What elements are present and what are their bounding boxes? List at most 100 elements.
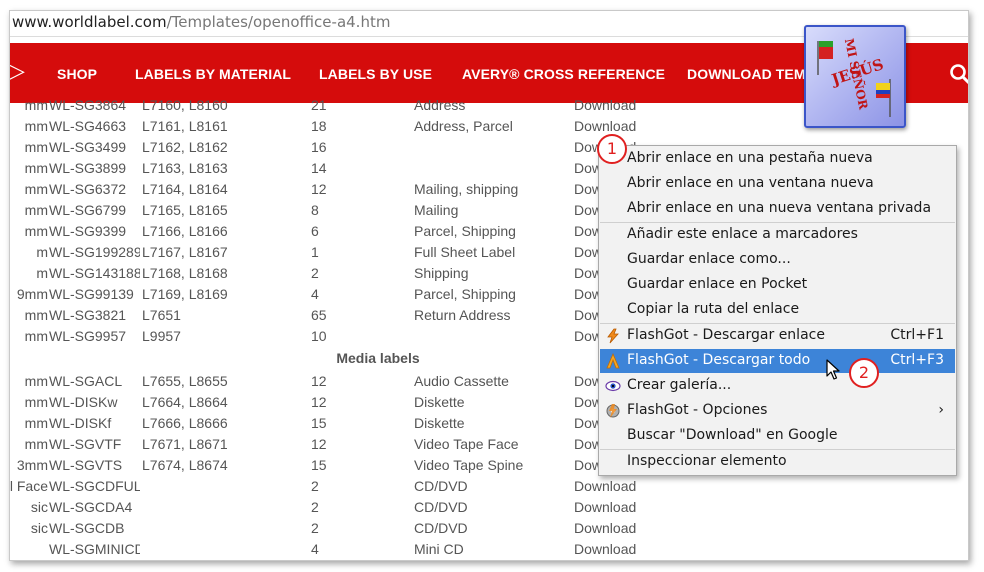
menu-flashgot-download-link[interactable]: FlashGot - Descargar enlace Ctrl+F1 bbox=[600, 324, 955, 348]
code-cell: WL-SG99139 bbox=[49, 286, 134, 302]
menu-flashgot-options[interactable]: FlashGot - Opciones › bbox=[600, 399, 955, 423]
per-sheet-cell: 6 bbox=[311, 223, 319, 239]
search-icon[interactable] bbox=[949, 63, 969, 85]
context-menu: Abrir enlace en una pestaña nueva Abrir e… bbox=[598, 145, 957, 476]
step-badge-1: 1 bbox=[597, 134, 627, 164]
size-cell: 3mm bbox=[16, 457, 48, 473]
menu-item-label: Buscar "Download" en Google bbox=[627, 427, 838, 443]
menu-item-label: Crear galería... bbox=[627, 377, 732, 393]
use-cell: Address, Parcel bbox=[414, 118, 513, 134]
use-cell: Audio Cassette bbox=[414, 373, 509, 389]
menu-search-google[interactable]: Buscar "Download" en Google bbox=[600, 424, 955, 448]
use-cell: CD/DVD bbox=[414, 499, 468, 515]
ref-cell: L7169, L8169 bbox=[142, 286, 228, 302]
menu-open-new-tab[interactable]: Abrir enlace en una pestaña nueva bbox=[600, 147, 955, 171]
size-cell: mm bbox=[24, 97, 48, 113]
use-cell: CD/DVD bbox=[414, 520, 468, 536]
code-cell: WL-SG4663 bbox=[49, 118, 127, 134]
ref-cell: L7664, L8664 bbox=[142, 394, 228, 410]
table-row: l Face WL-SGCDFULL 2 CD/DVD Download bbox=[10, 476, 968, 497]
address-url[interactable]: www.worldlabel.com/Templates/openoffice-… bbox=[12, 13, 390, 31]
code-cell: WL-DISKw bbox=[49, 394, 118, 410]
download-link[interactable]: Download bbox=[574, 478, 636, 494]
menu-save-link-as[interactable]: Guardar enlace como... bbox=[600, 248, 955, 272]
nav-shop[interactable]: SHOP bbox=[57, 66, 97, 82]
code-cell: WL-SGVTF bbox=[49, 436, 122, 452]
menu-inspect-element[interactable]: Inspeccionar elemento bbox=[600, 450, 955, 474]
use-cell: Mini CD bbox=[414, 541, 464, 557]
menu-item-shortcut: Ctrl+F1 bbox=[890, 327, 944, 343]
size-cell: mm bbox=[24, 223, 48, 239]
per-sheet-cell: 4 bbox=[311, 541, 319, 557]
ref-cell: L7165, L8165 bbox=[142, 202, 228, 218]
download-link[interactable]: Download bbox=[574, 499, 636, 515]
size-cell: mm bbox=[24, 202, 48, 218]
code-cell: WL-SG6799 bbox=[49, 202, 127, 218]
code-cell: WL-SG3899 bbox=[49, 160, 127, 176]
chevron-right-icon[interactable]: ▷ bbox=[10, 61, 25, 83]
code-cell: WL-SGMINICD bbox=[49, 541, 140, 557]
use-cell: Parcel, Shipping bbox=[414, 286, 516, 302]
use-cell: Mailing, shipping bbox=[414, 181, 519, 197]
use-cell: Diskette bbox=[414, 394, 465, 410]
menu-bookmark-link[interactable]: Añadir este enlace a marcadores bbox=[600, 223, 955, 247]
per-sheet-cell: 21 bbox=[311, 97, 327, 113]
menu-create-gallery[interactable]: Crear galería... bbox=[600, 374, 955, 398]
menu-open-private-window[interactable]: Abrir enlace en una nueva ventana privad… bbox=[600, 197, 955, 221]
download-link[interactable]: Download bbox=[574, 541, 636, 557]
use-cell: Address bbox=[414, 97, 466, 113]
nav-download-templates[interactable]: DOWNLOAD TEMP bbox=[687, 66, 815, 82]
ref-cell: L7666, L8666 bbox=[142, 415, 228, 431]
jesus-mi-senor-logo-icon: JESÚS MI SEÑOR bbox=[804, 25, 906, 128]
nav-labels-by-use[interactable]: LABELS BY USE bbox=[319, 66, 432, 82]
size-cell: mm bbox=[24, 415, 48, 431]
use-cell: Mailing bbox=[414, 202, 459, 218]
menu-item-label: Añadir este enlace a marcadores bbox=[627, 226, 858, 242]
per-sheet-cell: 2 bbox=[311, 265, 319, 281]
nav-avery-cross-reference[interactable]: AVERY® CROSS REFERENCE bbox=[462, 66, 665, 82]
per-sheet-cell: 8 bbox=[311, 202, 319, 218]
ref-cell: L7166, L8166 bbox=[142, 223, 228, 239]
code-cell: WL-SGCDA4 bbox=[49, 499, 133, 515]
per-sheet-cell: 2 bbox=[311, 478, 319, 494]
menu-item-label: Abrir enlace en una nueva ventana privad… bbox=[627, 200, 932, 216]
use-cell: Full Sheet Label bbox=[414, 244, 516, 260]
size-cell: sic bbox=[30, 520, 48, 536]
menu-flashgot-download-all[interactable]: FlashGot - Descargar todo Ctrl+F3 bbox=[600, 349, 955, 373]
size-cell: m bbox=[36, 265, 48, 281]
section-title-text: Media labels bbox=[336, 350, 420, 366]
code-cell: WL-SG3821 bbox=[49, 307, 127, 323]
size-cell: mm bbox=[24, 436, 48, 452]
per-sheet-cell: 2 bbox=[311, 499, 319, 515]
menu-save-to-pocket[interactable]: Guardar enlace en Pocket bbox=[600, 273, 955, 297]
per-sheet-cell: 16 bbox=[311, 139, 327, 155]
flashgot-lightning-icon bbox=[605, 328, 621, 344]
ref-cell: L7168, L8168 bbox=[142, 265, 228, 281]
mouse-pointer-icon bbox=[826, 359, 840, 380]
size-cell: 9mm bbox=[16, 286, 48, 302]
menu-open-new-window[interactable]: Abrir enlace en una ventana nueva bbox=[600, 172, 955, 196]
nav-labels-by-material[interactable]: LABELS BY MATERIAL bbox=[135, 66, 291, 82]
step-badge-2: 2 bbox=[849, 358, 879, 388]
size-cell: mm bbox=[24, 118, 48, 134]
download-link[interactable]: Download bbox=[574, 118, 636, 134]
use-cell: CD/DVD bbox=[414, 478, 468, 494]
menu-item-label: Copiar la ruta del enlace bbox=[627, 301, 800, 317]
code-cell: WL-SGACL bbox=[49, 373, 123, 389]
download-link[interactable]: Download bbox=[574, 97, 636, 113]
menu-item-label: FlashGot - Descargar todo bbox=[627, 352, 811, 368]
ref-cell: L7163, L8163 bbox=[142, 160, 228, 176]
size-cell: mm bbox=[24, 160, 48, 176]
per-sheet-cell: 15 bbox=[311, 415, 327, 431]
menu-item-label: Abrir enlace en una ventana nueva bbox=[627, 175, 874, 191]
address-host: www.worldlabel.com bbox=[12, 13, 167, 31]
code-cell: WL-SGCDB bbox=[49, 520, 125, 536]
menu-item-label: FlashGot - Opciones bbox=[627, 402, 768, 418]
download-link[interactable]: Download bbox=[574, 520, 636, 536]
menu-copy-link[interactable]: Copiar la ruta del enlace bbox=[600, 298, 955, 322]
code-cell: WL-SG9399 bbox=[49, 223, 127, 239]
code-cell: WL-SGCDFULL bbox=[49, 478, 140, 494]
per-sheet-cell: 4 bbox=[311, 286, 319, 302]
size-cell: mm bbox=[24, 307, 48, 323]
size-cell: m bbox=[36, 244, 48, 260]
